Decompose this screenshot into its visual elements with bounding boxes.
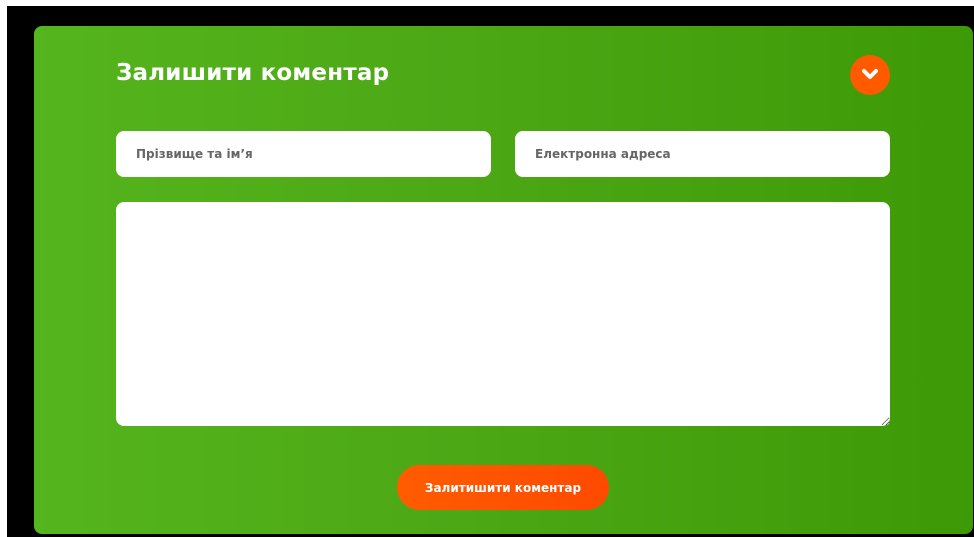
form-title: Залишити коментар — [116, 60, 390, 86]
submit-comment-button[interactable]: Залитишити коментар — [397, 465, 609, 510]
chevron-down-icon — [862, 69, 878, 79]
comment-textarea[interactable] — [116, 202, 890, 426]
comment-form-panel: Залишити коментар Залитишити коментар — [34, 26, 973, 534]
page-frame: Залишити коментар Залитишити коментар — [7, 6, 974, 537]
collapse-toggle-button[interactable] — [850, 55, 890, 95]
name-field[interactable] — [116, 131, 491, 177]
email-field[interactable] — [515, 131, 890, 177]
